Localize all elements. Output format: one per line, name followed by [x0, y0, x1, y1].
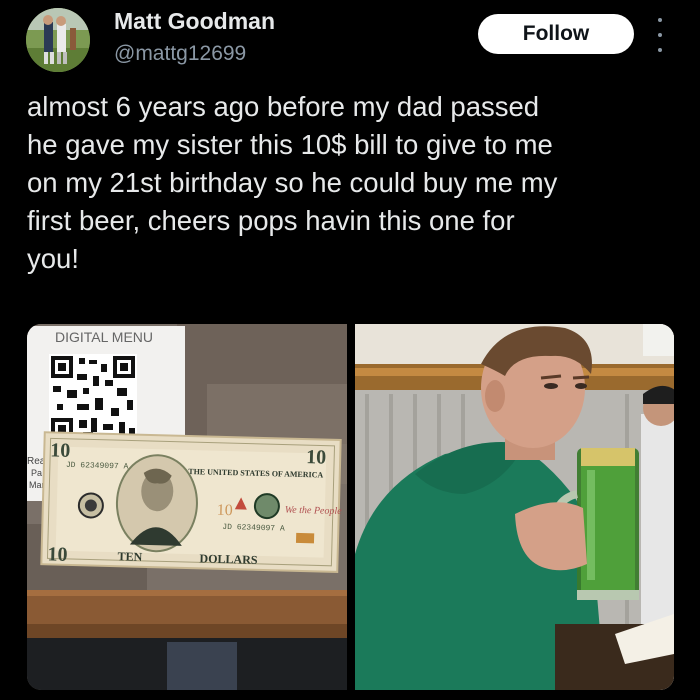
- menu-side-label-2: Pa: [31, 468, 42, 478]
- follow-button[interactable]: Follow: [478, 14, 634, 54]
- svg-text:10: 10: [217, 502, 233, 519]
- bill-serial-right: JD 62349097 A: [222, 523, 285, 534]
- more-dot: [658, 33, 662, 37]
- author-handle[interactable]: @mattg12699: [114, 42, 246, 66]
- photo-ten-dollar-bill[interactable]: DIGITAL MENU Read Pa Man 10 10 10 JD 623…: [27, 324, 347, 690]
- menu-card-label: DIGITAL MENU: [55, 329, 153, 345]
- tweet-text: almost 6 years ago before my dad passed …: [27, 91, 558, 274]
- bill-ten-label: TEN: [117, 549, 142, 564]
- author-name[interactable]: Matt Goodman: [114, 8, 275, 35]
- more-dot: [658, 18, 662, 22]
- tweet-media[interactable]: DIGITAL MENU Read Pa Man 10 10 10 JD 623…: [27, 324, 674, 690]
- avatar-image: [26, 8, 90, 72]
- bill-denomination-bottom-left: 10: [47, 543, 68, 566]
- bill-dollars-label: DOLLARS: [199, 551, 258, 567]
- bill-denomination-top-left: 10: [50, 439, 71, 462]
- bill-serial-left: JD 62349097 A: [66, 461, 129, 472]
- tweet-header: Matt Goodman @mattg12699 Follow: [0, 0, 700, 80]
- photo-man-drinking-beer[interactable]: [355, 324, 674, 690]
- more-dot: [658, 48, 662, 52]
- bill-denomination-top-right: 10: [306, 446, 327, 469]
- avatar[interactable]: [26, 8, 90, 72]
- bill-we-the-people: We the People: [285, 505, 343, 517]
- more-options-icon[interactable]: [650, 18, 670, 52]
